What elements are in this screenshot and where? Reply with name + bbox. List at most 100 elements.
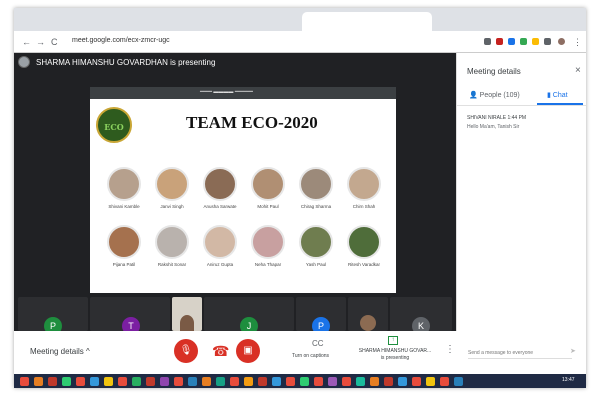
- chat-message-text: Hello Ma'am, Tanish Sir: [467, 124, 520, 130]
- participant-tile[interactable]: J: [204, 297, 294, 335]
- back-icon[interactable]: ←: [22, 37, 31, 47]
- member-name: Anusha Sarwate: [203, 204, 237, 209]
- team-member: Aniruz Gupta: [200, 225, 240, 267]
- member-photo: [299, 167, 333, 201]
- browser-tab-active[interactable]: [302, 12, 432, 31]
- close-icon[interactable]: ×: [575, 65, 581, 76]
- browser-tab[interactable]: [20, 12, 110, 31]
- taskbar-app-icon[interactable]: [342, 377, 351, 386]
- taskbar-app-icon[interactable]: [48, 377, 57, 386]
- presenting-status-line1: SHARMA HIMANSHU GOVAR...: [358, 348, 432, 354]
- taskbar-app-icon[interactable]: [384, 377, 393, 386]
- presenting-label: SHARMA HIMANSHU GOVARDHAN is presenting: [36, 58, 216, 67]
- browser-menu-icon[interactable]: ⋮: [573, 37, 582, 47]
- participant-tile[interactable]: P: [18, 297, 88, 335]
- taskbar-app-icon[interactable]: [328, 377, 337, 386]
- browser-tab[interactable]: [208, 12, 298, 31]
- taskbar-app-icon[interactable]: [454, 377, 463, 386]
- taskbar-app-icon[interactable]: [356, 377, 365, 386]
- taskbar-clock: 13:47: [562, 377, 575, 383]
- tab-people[interactable]: 👤 People (109): [469, 91, 520, 99]
- participant-strip: P T J P K: [14, 293, 456, 335]
- camera-off-button[interactable]: ▣: [236, 339, 260, 363]
- shared-screen-tab: ━━━━ ▬▬▬▬ ━━━━━━: [200, 89, 253, 95]
- browser-tab[interactable]: [114, 12, 204, 31]
- member-name: Chirag Sharma: [300, 204, 332, 209]
- member-name: Chirn Shah: [352, 204, 376, 209]
- taskbar-app-icon[interactable]: [202, 377, 211, 386]
- member-name: Aniruz Gupta: [206, 262, 234, 267]
- taskbar-app-icon[interactable]: [132, 377, 141, 386]
- team-member: Pijana Patil: [104, 225, 144, 267]
- taskbar-app-icon[interactable]: [216, 377, 225, 386]
- extension-icon[interactable]: [544, 38, 551, 45]
- participant-video-tile[interactable]: [348, 297, 388, 331]
- member-photo: [299, 225, 333, 259]
- presenter-bar: SHARMA HIMANSHU GOVARDHAN is presenting: [14, 53, 456, 71]
- team-member: Mohit Paul: [248, 167, 288, 209]
- extension-icon[interactable]: [508, 38, 515, 45]
- presenter-avatar: [18, 56, 30, 68]
- member-name: Pijana Patil: [112, 262, 136, 267]
- taskbar-app-icon[interactable]: [440, 377, 449, 386]
- member-photo: [107, 225, 141, 259]
- taskbar-app-icon[interactable]: [244, 377, 253, 386]
- taskbar-app-icon[interactable]: [104, 377, 113, 386]
- member-name: Yash Paul: [305, 262, 327, 267]
- captions-icon[interactable]: CC: [312, 339, 324, 348]
- participant-tile[interactable]: T: [90, 297, 170, 335]
- url-field[interactable]: meet.google.com/ecx-zmcr-ugc: [72, 37, 170, 44]
- meet-stage: SHARMA HIMANSHU GOVARDHAN is presenting …: [14, 53, 456, 335]
- taskbar-app-icon[interactable]: [412, 377, 421, 386]
- extension-icon[interactable]: [520, 38, 527, 45]
- shared-screen-browser-bar: ━━━━ ▬▬▬▬ ━━━━━━: [90, 87, 396, 99]
- chat-message-input[interactable]: [468, 347, 572, 359]
- mic-off-button[interactable]: 🎙: [174, 339, 198, 363]
- extension-icon[interactable]: [484, 38, 491, 45]
- meet-control-bar: Meeting details ^ 🎙 ☎ ▣ CC Turn on capti…: [14, 331, 586, 374]
- os-taskbar: 13:47: [14, 374, 586, 388]
- taskbar-app-icon[interactable]: [370, 377, 379, 386]
- team-member: Neha Thapar: [248, 225, 288, 267]
- taskbar-app-icon[interactable]: [398, 377, 407, 386]
- taskbar-app-icon[interactable]: [34, 377, 43, 386]
- presenting-status-line2: is presenting: [380, 355, 410, 361]
- taskbar-app-icon[interactable]: [90, 377, 99, 386]
- participant-video-tile[interactable]: [172, 297, 202, 331]
- forward-icon[interactable]: →: [36, 37, 45, 47]
- taskbar-app-icon[interactable]: [20, 377, 29, 386]
- taskbar-app-icon[interactable]: [272, 377, 281, 386]
- taskbar-app-icon[interactable]: [118, 377, 127, 386]
- member-photo: [155, 225, 189, 259]
- present-screen-icon[interactable]: ↑: [388, 336, 398, 345]
- taskbar-app-icon[interactable]: [258, 377, 267, 386]
- people-icon: 👤: [469, 92, 480, 99]
- team-member: Chirag Sharma: [296, 167, 336, 209]
- taskbar-app-icon[interactable]: [174, 377, 183, 386]
- team-member: Ritesh Varadkar: [344, 225, 384, 267]
- extension-icon[interactable]: [496, 38, 503, 45]
- taskbar-app-icon[interactable]: [300, 377, 309, 386]
- team-member: Anusha Sarwate: [200, 167, 240, 209]
- taskbar-app-icon[interactable]: [188, 377, 197, 386]
- taskbar-app-icon[interactable]: [314, 377, 323, 386]
- member-photo: [155, 167, 189, 201]
- taskbar-app-icon[interactable]: [146, 377, 155, 386]
- tab-chat[interactable]: ▮ Chat: [547, 91, 568, 99]
- more-options-icon[interactable]: ⋮: [445, 344, 455, 355]
- reload-icon[interactable]: C: [51, 37, 58, 47]
- participant-tile[interactable]: K: [390, 297, 452, 335]
- meeting-details-button[interactable]: Meeting details ^: [30, 347, 90, 356]
- participant-tile[interactable]: P: [296, 297, 346, 335]
- taskbar-app-icon[interactable]: [76, 377, 85, 386]
- extension-icon[interactable]: [532, 38, 539, 45]
- taskbar-app-icon[interactable]: [160, 377, 169, 386]
- send-icon[interactable]: ➤: [570, 347, 576, 355]
- taskbar-app-icon[interactable]: [286, 377, 295, 386]
- taskbar-app-icon[interactable]: [230, 377, 239, 386]
- member-name: Janvi Singh: [160, 204, 184, 209]
- taskbar-app-icon[interactable]: [62, 377, 71, 386]
- taskbar-app-icon[interactable]: [426, 377, 435, 386]
- profile-avatar[interactable]: [558, 38, 565, 45]
- hang-up-button[interactable]: ☎: [212, 343, 229, 360]
